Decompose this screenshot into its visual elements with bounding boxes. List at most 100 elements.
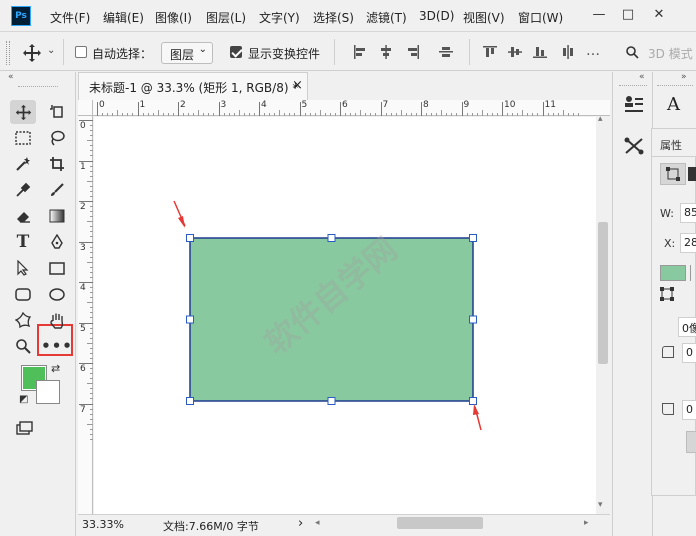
align-left-icon[interactable] xyxy=(353,45,367,59)
zoom-tool-icon[interactable] xyxy=(10,334,36,358)
ruler-minor-tick xyxy=(90,393,93,395)
zoom-level[interactable]: 33.33% xyxy=(82,518,124,531)
ruler-minor-tick xyxy=(309,113,311,116)
distribute-vertical-icon[interactable] xyxy=(561,45,575,59)
rounded-rectangle-tool-icon[interactable] xyxy=(10,282,36,306)
history-icon[interactable] xyxy=(623,94,645,114)
maximize-button[interactable]: □ xyxy=(617,4,639,26)
collapse-dock-icon[interactable]: » xyxy=(681,72,687,82)
green-rectangle-shape[interactable] xyxy=(189,237,474,402)
width-input[interactable]: 85 xyxy=(680,203,696,223)
more-options-icon[interactable]: … xyxy=(586,43,600,59)
hand-tool-icon[interactable] xyxy=(44,308,70,332)
scroll-right-icon[interactable]: ▸ xyxy=(584,518,589,528)
type-tool-icon[interactable]: T xyxy=(10,230,36,254)
align-right-icon[interactable] xyxy=(406,45,420,59)
corner-radius-bottom-left-input[interactable]: 0 xyxy=(682,400,696,420)
ruler-minor-tick xyxy=(517,113,519,116)
menu-filter[interactable]: 滤镜(T) xyxy=(366,9,407,26)
horizontal-scroll-thumb[interactable] xyxy=(397,517,483,529)
background-color-swatch[interactable] xyxy=(36,380,60,404)
swap-colors-icon[interactable]: ⇄ xyxy=(51,362,60,375)
align-top-icon[interactable] xyxy=(483,45,497,59)
ruler-minor-tick xyxy=(193,113,195,116)
handle-bottom-left xyxy=(186,397,194,405)
menu-view[interactable]: 视图(V) xyxy=(463,9,505,26)
move-tool-icon[interactable] xyxy=(22,43,42,63)
show-transform-checkbox[interactable] xyxy=(230,46,242,58)
handle-bottom-center xyxy=(327,397,336,405)
move-tool-icon[interactable] xyxy=(10,100,36,124)
close-window-button[interactable]: ✕ xyxy=(648,4,670,26)
collapse-panel-icon[interactable]: « xyxy=(8,72,14,82)
scroll-down-icon[interactable]: ▾ xyxy=(598,500,603,510)
path-selection-tool-icon[interactable] xyxy=(10,256,36,280)
auto-select-checkbox[interactable] xyxy=(75,46,87,58)
menu-3d[interactable]: 3D(D) xyxy=(419,9,454,23)
ruler-minor-tick xyxy=(552,113,554,116)
scroll-up-icon[interactable]: ▴ xyxy=(598,114,603,124)
artboard-tool-icon[interactable] xyxy=(44,100,70,124)
more-tools-icon[interactable]: ••• xyxy=(41,334,72,358)
scroll-left-icon[interactable]: ◂ xyxy=(315,518,320,528)
pen-tool-icon[interactable] xyxy=(44,230,70,254)
status-menu-arrow[interactable]: › xyxy=(298,516,303,531)
search-icon[interactable] xyxy=(625,45,639,59)
lasso-tool-icon[interactable] xyxy=(44,126,70,150)
ruler-minor-tick xyxy=(324,113,326,116)
chevron-down-icon[interactable]: ⌄ xyxy=(47,45,55,56)
document-canvas[interactable] xyxy=(94,117,596,514)
ruler-minor-tick xyxy=(90,211,93,213)
shape-properties-button[interactable] xyxy=(660,163,686,185)
adjustments-tools-icon[interactable] xyxy=(623,136,645,156)
screen-mode-icon[interactable] xyxy=(12,416,38,440)
rectangle-tool-icon[interactable] xyxy=(44,256,70,280)
menu-select[interactable]: 选择(S) xyxy=(313,9,354,26)
align-hcenter-icon[interactable] xyxy=(379,45,393,59)
magic-wand-tool-icon[interactable] xyxy=(10,152,36,176)
eraser-tool-icon[interactable] xyxy=(10,204,36,228)
close-tab-icon[interactable]: × xyxy=(292,78,303,93)
menu-file[interactable]: 文件(F) xyxy=(50,9,90,26)
menu-layer[interactable]: 图层(L) xyxy=(206,9,246,26)
menu-edit[interactable]: 编辑(E) xyxy=(103,9,144,26)
expand-panel-icon[interactable]: « xyxy=(639,72,645,82)
stroke-color-swatch[interactable] xyxy=(690,265,696,281)
ellipse-tool-icon[interactable] xyxy=(44,282,70,306)
default-colors-icon[interactable]: ◩ xyxy=(19,394,28,405)
crop-tool-icon[interactable] xyxy=(44,152,70,176)
stroke-width-input[interactable]: 0像 xyxy=(678,317,696,337)
character-icon[interactable]: A xyxy=(667,94,680,115)
auto-select-target-dropdown[interactable]: 图层 ⌄ xyxy=(161,42,213,64)
menu-type[interactable]: 文字(Y) xyxy=(259,9,300,26)
x-input[interactable]: 28 xyxy=(680,233,696,253)
mask-properties-icon[interactable] xyxy=(688,167,696,181)
fill-color-swatch[interactable] xyxy=(660,265,686,281)
ruler-minor-tick xyxy=(198,110,200,116)
menu-window[interactable]: 窗口(W) xyxy=(518,9,563,26)
corner-radius-top-left-input[interactable]: 0 xyxy=(682,343,696,363)
ruler-corner[interactable] xyxy=(78,100,93,116)
eyedropper-tool-icon[interactable] xyxy=(10,178,36,202)
vertical-scroll-thumb[interactable] xyxy=(598,222,608,364)
chevron-down-icon: ⌄ xyxy=(198,44,207,55)
align-bottom-icon[interactable] xyxy=(533,45,547,59)
brush-tool-icon[interactable] xyxy=(44,178,70,202)
menu-image[interactable]: 图像(I) xyxy=(155,9,192,26)
properties-action-button[interactable] xyxy=(686,431,696,453)
ruler-minor-tick xyxy=(87,342,93,344)
align-vcenter-icon[interactable] xyxy=(508,45,522,59)
horizontal-ruler[interactable]: 0 1 2 3 4 5 6 7 8 9 10 11 xyxy=(93,100,610,116)
custom-shape-tool-icon[interactable] xyxy=(10,308,36,332)
vertical-ruler[interactable]: 0 1 2 3 4 5 6 7 xyxy=(78,116,93,514)
stroke-options-icon[interactable] xyxy=(660,287,674,301)
gradient-tool-icon[interactable] xyxy=(44,204,70,228)
marquee-tool-icon[interactable] xyxy=(10,126,36,150)
distribute-icon[interactable] xyxy=(439,45,453,59)
grip-handle[interactable] xyxy=(6,41,10,65)
properties-tab[interactable]: 属性 xyxy=(652,129,696,157)
minimize-button[interactable]: — xyxy=(588,4,610,26)
ruler-minor-tick xyxy=(90,231,93,233)
document-tab[interactable]: 未标题-1 @ 33.3% (矩形 1, RGB/8) * × xyxy=(78,72,308,100)
ruler-label: 4 xyxy=(80,283,86,293)
